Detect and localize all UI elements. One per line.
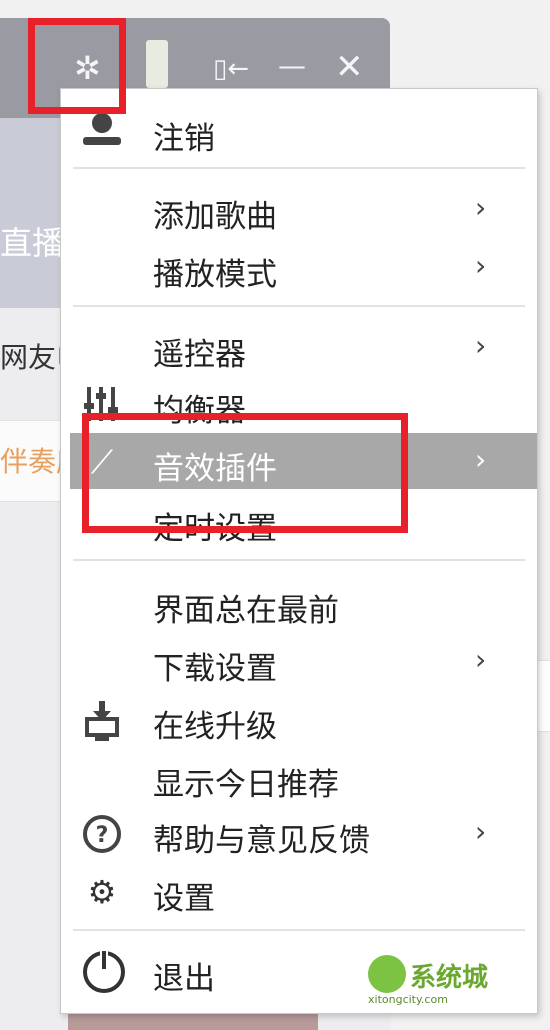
watermark-url: xitongcity.com	[368, 993, 448, 1006]
menu-item-download-settings[interactable]: 下载设置 ›	[61, 633, 537, 689]
menu-item-label: 播放模式	[153, 257, 277, 293]
menu-item-label: 显示今日推荐	[153, 767, 339, 803]
watermark-logo: 系统城 xitongcity.com	[368, 955, 538, 1006]
menu-item-help-feedback[interactable]: ? 帮助与意见反馈 ›	[61, 805, 537, 861]
live-label[interactable]: 直播	[0, 218, 64, 264]
minimize-icon[interactable]: —	[278, 52, 306, 80]
upgrade-icon	[79, 697, 125, 743]
watermark-brand: 系统城	[410, 963, 489, 993]
chevron-right-icon: ›	[475, 815, 487, 848]
skin-icon[interactable]	[146, 40, 168, 88]
menu-item-label: 在线升级	[153, 709, 277, 745]
menu-divider	[73, 167, 525, 169]
menu-item-remote[interactable]: 遥控器 ›	[61, 319, 537, 375]
menu-item-always-on-top[interactable]: 界面总在最前	[61, 575, 537, 631]
menu-item-label: 帮助与意见反馈	[153, 823, 370, 859]
main-dropdown-menu: 注销 添加歌曲 › 播放模式 › 遥控器 › 均衡器 ⟋ 音效插件 › 定时设置…	[60, 88, 538, 1014]
menu-item-settings[interactable]: ⚙ 设置	[61, 863, 537, 919]
svg-text:?: ?	[96, 823, 109, 848]
highlight-box-plugin	[82, 413, 408, 533]
chevron-right-icon: ›	[475, 249, 487, 282]
chevron-right-icon: ›	[475, 191, 487, 224]
user-icon	[79, 109, 125, 155]
watermark-circle-icon	[368, 955, 406, 993]
menu-item-label: 界面总在最前	[153, 593, 339, 629]
menu-item-label: 注销	[153, 121, 215, 157]
chevron-right-icon: ›	[475, 443, 487, 476]
menu-item-daily-recommend[interactable]: 显示今日推荐	[61, 749, 537, 805]
highlight-box-settings	[28, 18, 126, 114]
gear-icon: ⚙	[87, 873, 117, 911]
power-icon	[83, 949, 125, 993]
menu-item-label: 添加歌曲	[153, 199, 277, 235]
mini-mode-icon[interactable]: ▯←	[213, 56, 249, 82]
menu-item-label: 遥控器	[153, 337, 246, 373]
menu-divider	[73, 559, 525, 561]
menu-divider	[73, 305, 525, 307]
menu-item-play-mode[interactable]: 播放模式 ›	[61, 239, 537, 295]
chevron-right-icon: ›	[475, 643, 487, 676]
menu-item-label: 退出	[153, 961, 215, 997]
close-icon[interactable]: ✕	[335, 50, 364, 84]
menu-item-online-upgrade[interactable]: 在线升级	[61, 691, 537, 747]
menu-item-label: 下载设置	[153, 651, 277, 687]
menu-item-logout-account[interactable]: 注销	[61, 103, 537, 159]
help-icon: ?	[79, 811, 125, 857]
chevron-right-icon: ›	[475, 329, 487, 362]
menu-item-label: 设置	[153, 881, 215, 917]
menu-item-add-songs[interactable]: 添加歌曲 ›	[61, 181, 537, 237]
menu-divider	[73, 929, 525, 931]
